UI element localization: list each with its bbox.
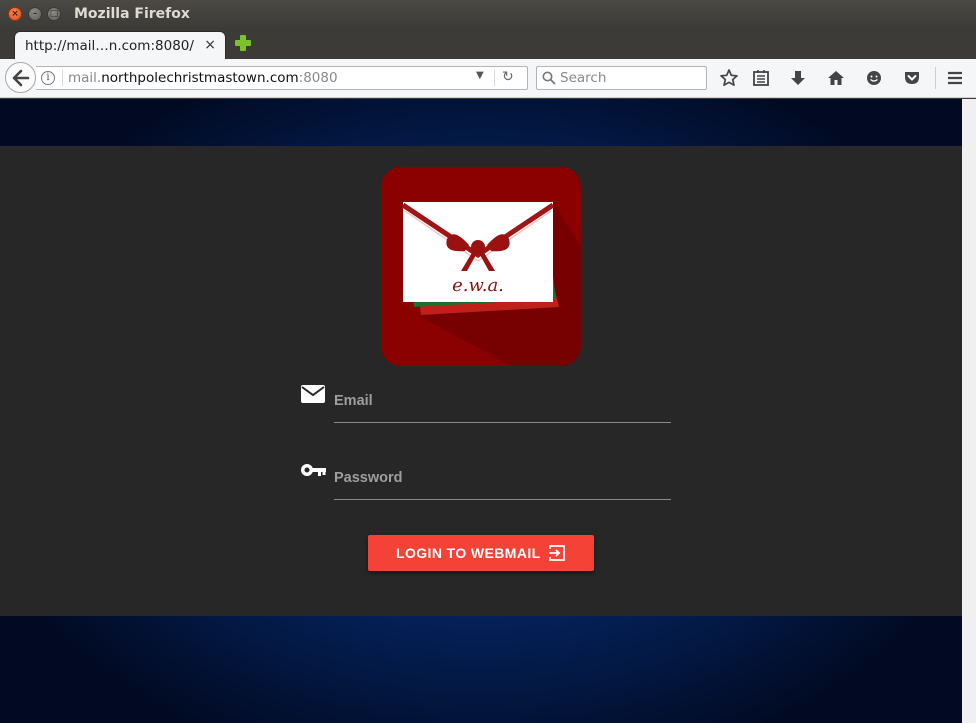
back-icon (12, 69, 30, 87)
toolbar-divider (935, 67, 936, 89)
tab-close-icon[interactable]: × (204, 37, 216, 53)
reading-list-icon[interactable] (751, 68, 771, 88)
window-titlebar: × – □ Mozilla Firefox (0, 0, 976, 28)
tab-strip: http://mail…n.com:8080/ × (0, 28, 976, 60)
reload-icon[interactable]: ↻ (502, 69, 514, 85)
home-icon[interactable] (826, 68, 846, 88)
search-input[interactable]: Search (536, 66, 707, 90)
search-placeholder: Search (560, 70, 607, 86)
download-icon[interactable] (788, 68, 808, 88)
window-minimize-button[interactable]: – (28, 7, 42, 21)
tab-active[interactable]: http://mail…n.com:8080/ × (14, 31, 226, 60)
info-icon[interactable]: i (41, 71, 55, 85)
ewa-logo: e.w.a. (381, 167, 581, 366)
window-close-button[interactable]: × (8, 7, 22, 21)
page-background: e.w.a. Email Password LOGIN TO WEBMAIL (0, 99, 962, 723)
new-tab-icon[interactable] (233, 33, 253, 53)
email-field[interactable] (334, 422, 671, 423)
url-port: :8080 (298, 70, 338, 86)
url-prefix: mail. (68, 70, 102, 86)
window-title: Mozilla Firefox (74, 6, 190, 22)
bookmark-star-icon[interactable] (719, 68, 739, 88)
window-maximize-button[interactable]: □ (47, 7, 61, 21)
url-divider-2 (494, 70, 495, 86)
login-card: e.w.a. Email Password LOGIN TO WEBMAIL (0, 146, 962, 616)
url-divider (62, 70, 63, 86)
maximize-icon: □ (49, 9, 59, 19)
hello-icon[interactable] (864, 68, 884, 88)
dropdown-icon[interactable]: ▼ (476, 70, 484, 81)
page-scrollbar[interactable] (962, 99, 976, 723)
envelope-logo-icon: e.w.a. (401, 202, 581, 366)
menu-icon[interactable] (945, 68, 965, 88)
search-icon (542, 71, 556, 85)
minimize-icon: – (32, 9, 38, 19)
login-arrow-icon (549, 545, 565, 561)
key-icon (301, 464, 326, 476)
navigation-toolbar: i mail.northpolechristmastown.com:8080 ▼… (0, 59, 976, 98)
login-button[interactable]: LOGIN TO WEBMAIL (368, 535, 594, 571)
password-field-label[interactable]: Password (334, 470, 403, 486)
logo-text: e.w.a. (452, 275, 504, 296)
login-button-label: LOGIN TO WEBMAIL (396, 545, 541, 561)
envelope-icon (301, 385, 325, 403)
url-domain: northpolechristmastown.com (101, 70, 299, 86)
url-bar[interactable]: i mail.northpolechristmastown.com:8080 ▼… (36, 66, 528, 90)
url-text[interactable]: mail.northpolechristmastown.com:8080 (68, 70, 338, 86)
back-button[interactable] (5, 62, 36, 93)
email-field-label[interactable]: Email (334, 393, 373, 409)
close-icon: × (11, 9, 19, 19)
password-field[interactable] (334, 499, 671, 500)
pocket-icon[interactable] (902, 68, 922, 88)
tab-title: http://mail…n.com:8080/ (25, 38, 194, 54)
